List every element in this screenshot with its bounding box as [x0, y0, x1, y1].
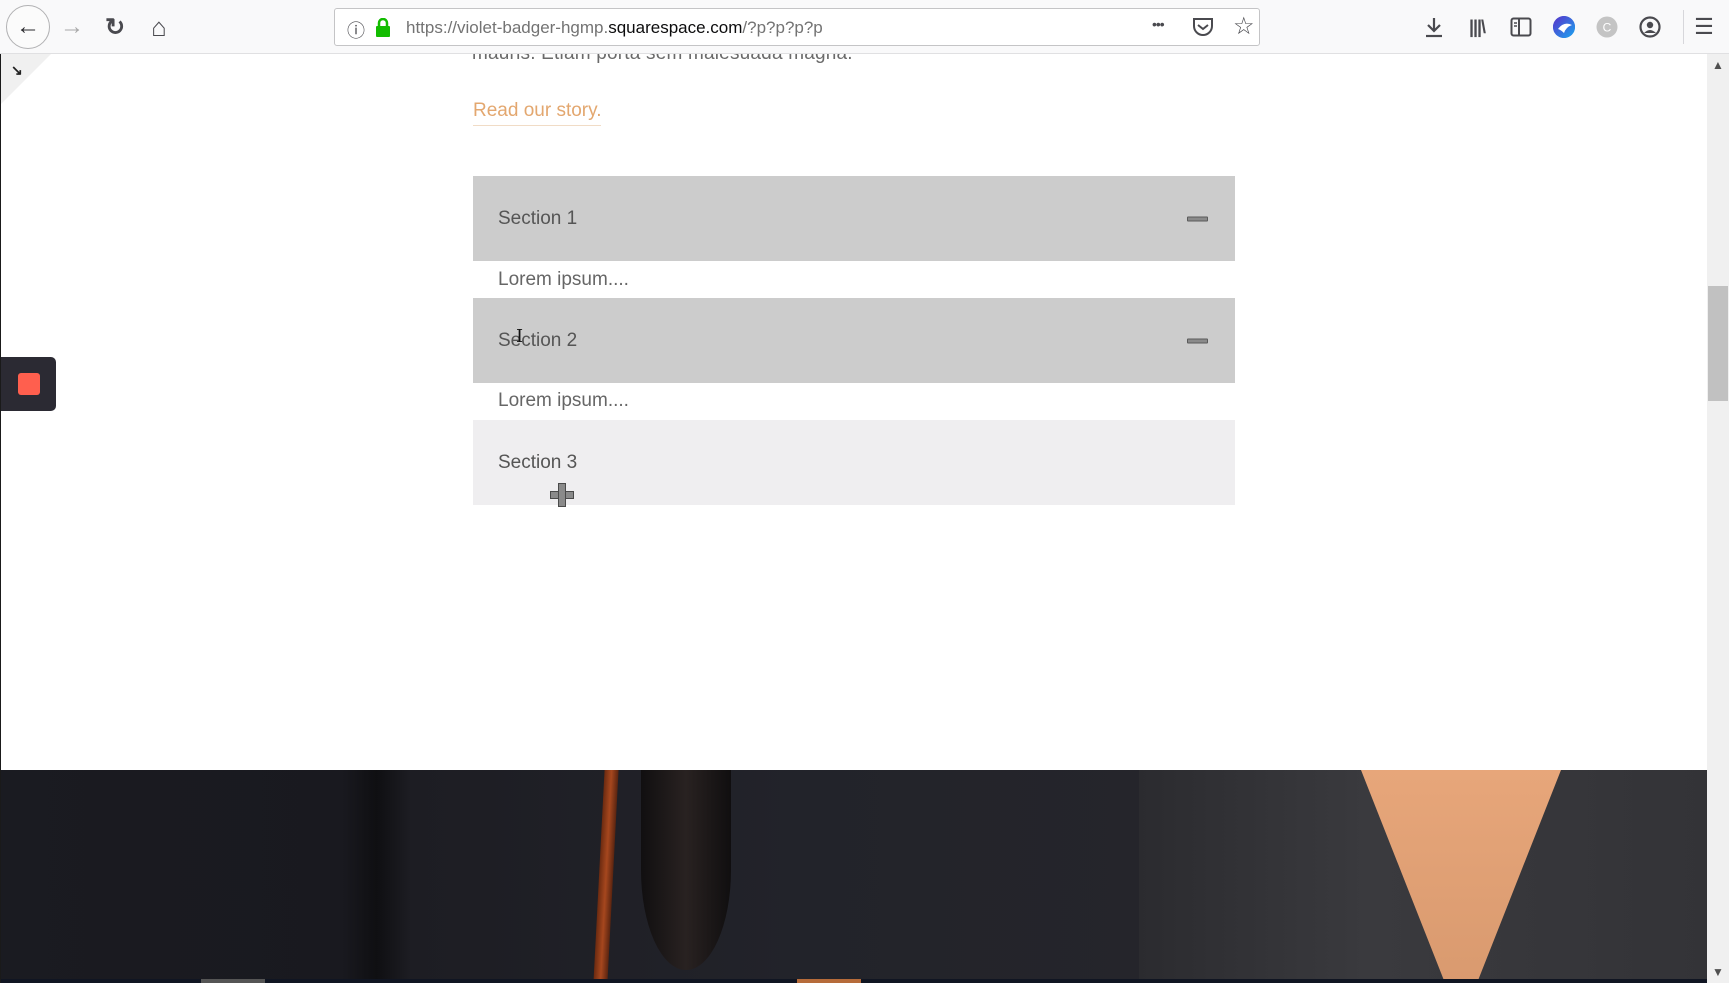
- sidebar-button[interactable]: [1502, 8, 1540, 46]
- info-icon[interactable]: ⓘ: [347, 17, 365, 43]
- page-viewport: mauris. Etiam porta sem malesuada magna.…: [0, 54, 1707, 983]
- record-stop-button[interactable]: [1, 357, 56, 411]
- accordion-section-2-header[interactable]: Section 2: [473, 298, 1235, 383]
- slide-indicator-active[interactable]: [797, 979, 861, 983]
- accordion-section-1-header[interactable]: Section 1: [473, 176, 1235, 261]
- url-prefix: https://violet-badger-hgmp.: [406, 18, 609, 37]
- download-icon: [1426, 18, 1442, 38]
- plus-icon[interactable]: [550, 483, 575, 507]
- url-text[interactable]: https://violet-badger-hgmp.squarespace.c…: [406, 18, 823, 38]
- download-button[interactable]: [1415, 8, 1453, 46]
- image-left-panel: [1, 770, 1139, 983]
- reload-icon: ↻: [104, 13, 126, 41]
- image-hair: [641, 770, 731, 970]
- account-button[interactable]: [1631, 8, 1669, 46]
- minus-icon[interactable]: [1187, 216, 1208, 221]
- accordion-section-title: Section 1: [498, 207, 578, 229]
- corner-fold[interactable]: [1, 54, 51, 104]
- more-dots-icon[interactable]: •••: [1152, 16, 1165, 32]
- text-cursor-icon: I: [516, 326, 524, 347]
- home-button[interactable]: ⌂: [140, 8, 178, 46]
- forward-arrow-icon: →: [60, 13, 84, 40]
- extension-button[interactable]: [1545, 8, 1583, 46]
- back-button[interactable]: ←: [6, 5, 50, 49]
- slide-indicator[interactable]: [201, 979, 265, 983]
- expand-arrow-icon[interactable]: ↘: [11, 62, 23, 79]
- vertical-scrollbar[interactable]: ▲ ▼: [1707, 54, 1729, 983]
- toolbar-separator: [1683, 10, 1684, 44]
- accordion-section-3-header[interactable]: Section 3: [473, 420, 1235, 507]
- forward-button[interactable]: →: [53, 8, 91, 46]
- star-icon[interactable]: ☆: [1233, 12, 1255, 41]
- pocket-icon[interactable]: [1192, 17, 1214, 42]
- extension-c-icon: C: [1596, 16, 1618, 38]
- accordion-section-title: Section 2: [498, 329, 578, 351]
- home-icon: ⌂: [151, 11, 167, 42]
- scroll-up-icon[interactable]: ▲: [1707, 54, 1729, 76]
- accordion-section-2-body: Lorem ipsum....: [498, 390, 629, 411]
- url-bar[interactable]: ⓘ https://violet-badger-hgmp.squarespace…: [334, 8, 1260, 46]
- library-button[interactable]: |||\: [1458, 8, 1496, 46]
- browser-toolbar: ← → ↻ ⌂ ⓘ https://violet-badger-hgmp.squ…: [0, 0, 1729, 54]
- account-icon: [1639, 16, 1661, 38]
- lock-icon[interactable]: [375, 17, 391, 42]
- sidebar-icon: [1510, 17, 1532, 37]
- url-suffix: /?p?p?p?p: [742, 18, 823, 37]
- reload-button[interactable]: ↻: [96, 8, 134, 46]
- scroll-down-icon[interactable]: ▼: [1707, 961, 1729, 983]
- minus-icon[interactable]: [1187, 338, 1208, 343]
- svg-text:C: C: [1603, 21, 1612, 35]
- accordion-section-title: Section 3: [498, 451, 578, 473]
- extension-icon: [1553, 16, 1575, 38]
- hamburger-menu-icon: ☰: [1694, 14, 1714, 39]
- extension-c-button[interactable]: C: [1588, 8, 1626, 46]
- read-our-story-link[interactable]: Read our story.: [473, 100, 602, 126]
- back-arrow-icon: ←: [16, 13, 40, 40]
- accordion-section-1-body: Lorem ipsum....: [498, 269, 629, 290]
- scrollbar-thumb[interactable]: [1708, 286, 1728, 401]
- menu-button[interactable]: ☰: [1685, 8, 1723, 46]
- hero-image: [1, 770, 1707, 983]
- url-host: squarespace.com: [608, 18, 743, 37]
- stop-square-icon: [17, 373, 40, 395]
- body-text-partial: mauris. Etiam porta sem malesuada magna.: [472, 54, 853, 65]
- library-icon: |||\: [1468, 16, 1486, 37]
